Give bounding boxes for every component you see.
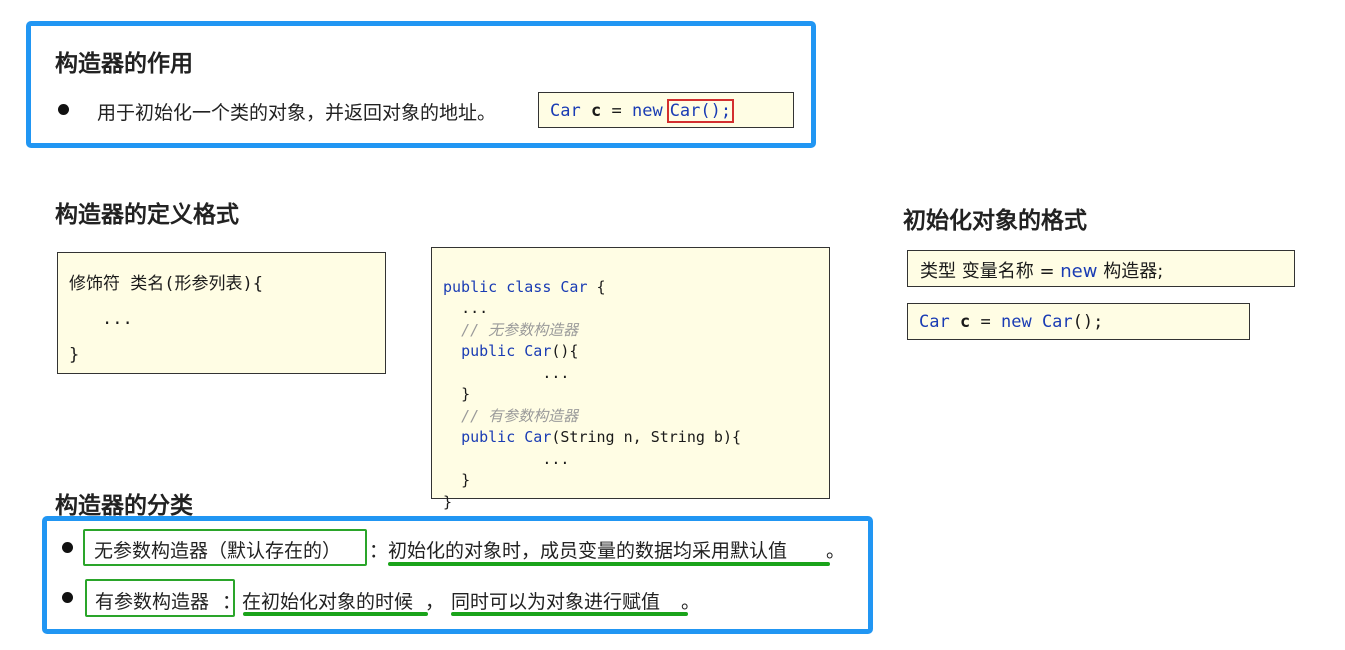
code-class-name: Car	[550, 101, 581, 121]
init-example-eq: =	[980, 312, 991, 332]
code-line-5: ...	[542, 363, 570, 382]
init-format-prefix: 类型 变量名称 =	[920, 261, 1061, 282]
arg-end: 。	[681, 591, 701, 613]
purpose-code-box: Car c = new Car();	[538, 92, 794, 128]
init-format-box: 类型 变量名称 = new 构造器;	[907, 250, 1295, 287]
init-example-box: Car c = new Car();	[907, 303, 1250, 340]
code-eq: =	[611, 101, 622, 121]
format-line-3: }	[69, 345, 80, 365]
arg-separator: ：	[222, 591, 242, 613]
code-var: c	[590, 101, 602, 121]
code-line-8: public Car(String n, String b){	[461, 428, 742, 446]
no-arg-description: 初始化的对象时，成员变量的数据均采用默认值	[388, 540, 788, 562]
code-comment-2: // 有参数构造器	[461, 406, 579, 425]
bullet-icon	[62, 542, 73, 553]
code-comment-1: // 无参数构造器	[461, 320, 579, 339]
init-example-class: Car	[919, 312, 950, 332]
code-line-6: }	[461, 385, 471, 403]
format-line-1: 修饰符 类名(形参列表){	[69, 274, 263, 294]
arg-description-1: 在初始化对象的时候	[242, 591, 414, 613]
code-line-9: ...	[542, 449, 570, 468]
arg-underline-1	[243, 612, 428, 616]
init-format-title: 初始化对象的格式	[903, 208, 1087, 234]
purpose-text: 用于初始化一个类的对象，并返回对象的地址。	[97, 102, 497, 124]
purpose-panel	[26, 21, 816, 148]
arg-underline-2	[451, 612, 688, 616]
code-line-1: public class Car {	[443, 277, 606, 296]
bullet-icon	[58, 104, 69, 115]
init-example-var: c	[959, 312, 971, 332]
arg-description-2: 同时可以为对象进行赋值	[451, 591, 661, 613]
code-line-11: }	[443, 492, 453, 511]
code-line-4: public Car(){	[461, 342, 579, 360]
no-arg-label: 无参数构造器（默认存在的）	[94, 540, 342, 562]
example-code-box: public class Car { ... // 无参数构造器 public …	[431, 247, 830, 511]
format-line-2: ...	[102, 309, 133, 329]
definition-title: 构造器的定义格式	[55, 202, 239, 228]
arg-label: 有参数构造器	[95, 591, 210, 613]
code-line-2: ...	[461, 299, 489, 317]
init-example-new: new	[1000, 312, 1032, 332]
arg-comma: ，	[425, 591, 445, 613]
no-arg-end: 。	[826, 540, 846, 562]
bullet-icon	[62, 592, 73, 603]
definition-format-box: 修饰符 类名(形参列表){ ... }	[57, 252, 386, 374]
classification-title: 构造器的分类	[55, 493, 193, 519]
init-example-ctor: Car	[1041, 312, 1073, 332]
purpose-title: 构造器的作用	[55, 51, 193, 77]
no-arg-separator: ：	[369, 540, 389, 562]
init-format-suffix: 构造器;	[1097, 261, 1164, 282]
code-line-10: }	[461, 471, 471, 489]
constructor-call-highlight: Car();	[666, 99, 735, 123]
init-format-new: new	[1060, 261, 1098, 282]
init-example-end: ();	[1072, 312, 1104, 332]
code-new-keyword: new	[631, 101, 663, 121]
no-arg-underline	[388, 562, 830, 566]
code-ctor: Car();	[669, 101, 732, 121]
